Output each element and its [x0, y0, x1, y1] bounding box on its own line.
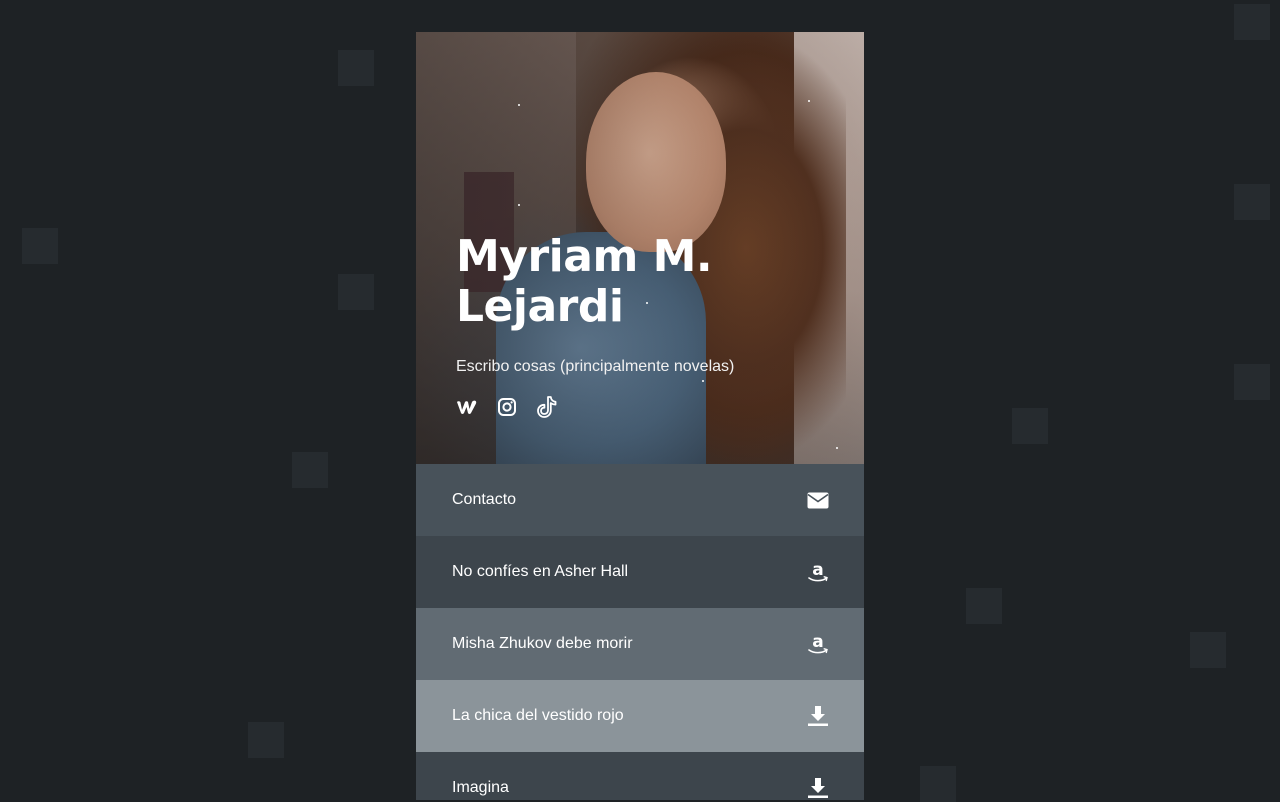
background-square	[920, 766, 956, 802]
background-square	[966, 588, 1002, 624]
link-label: Misha Zhukov debe morir	[452, 635, 633, 652]
background-square	[338, 50, 374, 86]
wattpad-icon[interactable]	[456, 396, 478, 418]
background-square	[1234, 184, 1270, 220]
link-la-chica-del-vestido-rojo[interactable]: La chica del vestido rojo	[416, 680, 864, 752]
link-misha-zhukov-debe-morir[interactable]: Misha Zhukov debe morir a	[416, 608, 864, 680]
background-square	[1234, 364, 1270, 400]
background-square	[1190, 632, 1226, 668]
background-square	[22, 228, 58, 264]
profile-tagline: Escribo cosas (principalmente novelas)	[456, 358, 735, 375]
sparkle	[518, 104, 520, 106]
link-label: La chica del vestido rojo	[452, 707, 624, 724]
link-label: Imagina	[452, 779, 509, 796]
svg-text:a: a	[812, 632, 823, 652]
envelope-icon	[806, 488, 830, 512]
amazon-icon: a	[806, 632, 830, 656]
background-square	[1234, 4, 1270, 40]
link-label: No confíes en Asher Hall	[452, 563, 629, 580]
link-imagina[interactable]: Imagina	[416, 752, 864, 800]
background-square	[248, 722, 284, 758]
sparkle	[808, 100, 810, 102]
profile-name: Myriam M. Lejardi	[456, 232, 836, 332]
link-list: Contacto No confíes en Asher Hall a Mish…	[416, 464, 864, 800]
tiktok-icon[interactable]	[536, 396, 558, 418]
svg-text:a: a	[812, 560, 823, 580]
profile-card: Myriam M. Lejardi Escribo cosas (princip…	[416, 32, 864, 800]
profile-name-line2: Lejardi	[456, 281, 624, 332]
social-links	[456, 396, 836, 418]
profile-hero: Myriam M. Lejardi Escribo cosas (princip…	[416, 32, 864, 464]
background-square	[1012, 408, 1048, 444]
profile-header: Myriam M. Lejardi Escribo cosas (princip…	[456, 232, 836, 418]
link-contacto[interactable]: Contacto	[416, 464, 864, 536]
background-square	[338, 274, 374, 310]
amazon-icon: a	[806, 560, 830, 584]
download-icon	[806, 776, 830, 800]
sparkle	[518, 204, 520, 206]
sparkle	[836, 447, 838, 449]
link-no-confies-en-asher-hall[interactable]: No confíes en Asher Hall a	[416, 536, 864, 608]
instagram-icon[interactable]	[496, 396, 518, 418]
download-icon	[806, 704, 830, 728]
profile-name-line1: Myriam M.	[456, 231, 713, 282]
background-square	[292, 452, 328, 488]
link-label: Contacto	[452, 491, 517, 508]
